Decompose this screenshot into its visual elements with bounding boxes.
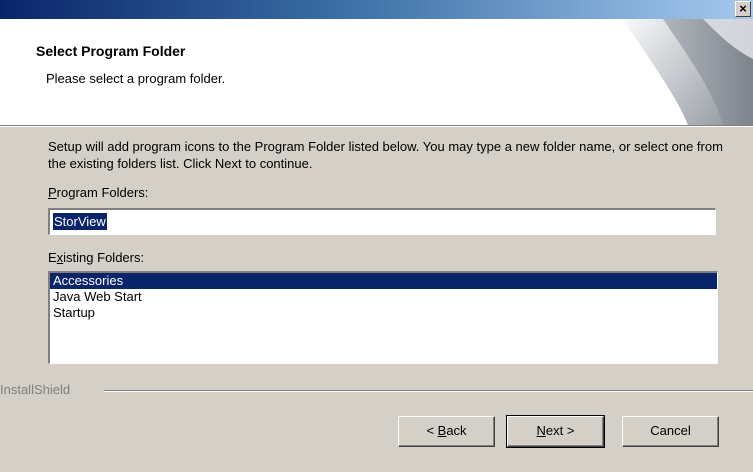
existing-folders-list[interactable]: Accessories Java Web Start Startup xyxy=(48,271,718,364)
header-separator xyxy=(0,125,753,127)
program-folder-value: StorView xyxy=(53,213,107,230)
list-item-accessories[interactable]: Accessories xyxy=(50,273,717,289)
page-subtitle: Please select a program folder. xyxy=(46,71,226,86)
program-folder-input[interactable]: StorView xyxy=(48,208,716,235)
back-button[interactable]: < Back xyxy=(398,416,495,447)
page-curl-graphic xyxy=(623,19,753,125)
dialog-header: Select Program Folder Please select a pr… xyxy=(0,19,753,125)
brand-separator xyxy=(104,390,753,392)
installshield-brand: InstallShield xyxy=(0,382,71,397)
instructions-text: Setup will add program icons to the Prog… xyxy=(48,139,723,171)
setup-dialog: × Select Program Folder Please select a … xyxy=(0,0,753,472)
page-title: Select Program Folder xyxy=(36,43,186,59)
existing-folders-label: Existing Folders: xyxy=(48,250,145,265)
list-item-java-web-start[interactable]: Java Web Start xyxy=(50,289,717,305)
list-item-startup[interactable]: Startup xyxy=(50,305,717,321)
program-folders-label: Program Folders: xyxy=(48,185,149,200)
next-button[interactable]: Next > xyxy=(506,415,605,448)
close-button[interactable]: × xyxy=(735,1,751,17)
cancel-button[interactable]: Cancel xyxy=(622,416,719,447)
title-bar[interactable]: × xyxy=(0,0,753,19)
